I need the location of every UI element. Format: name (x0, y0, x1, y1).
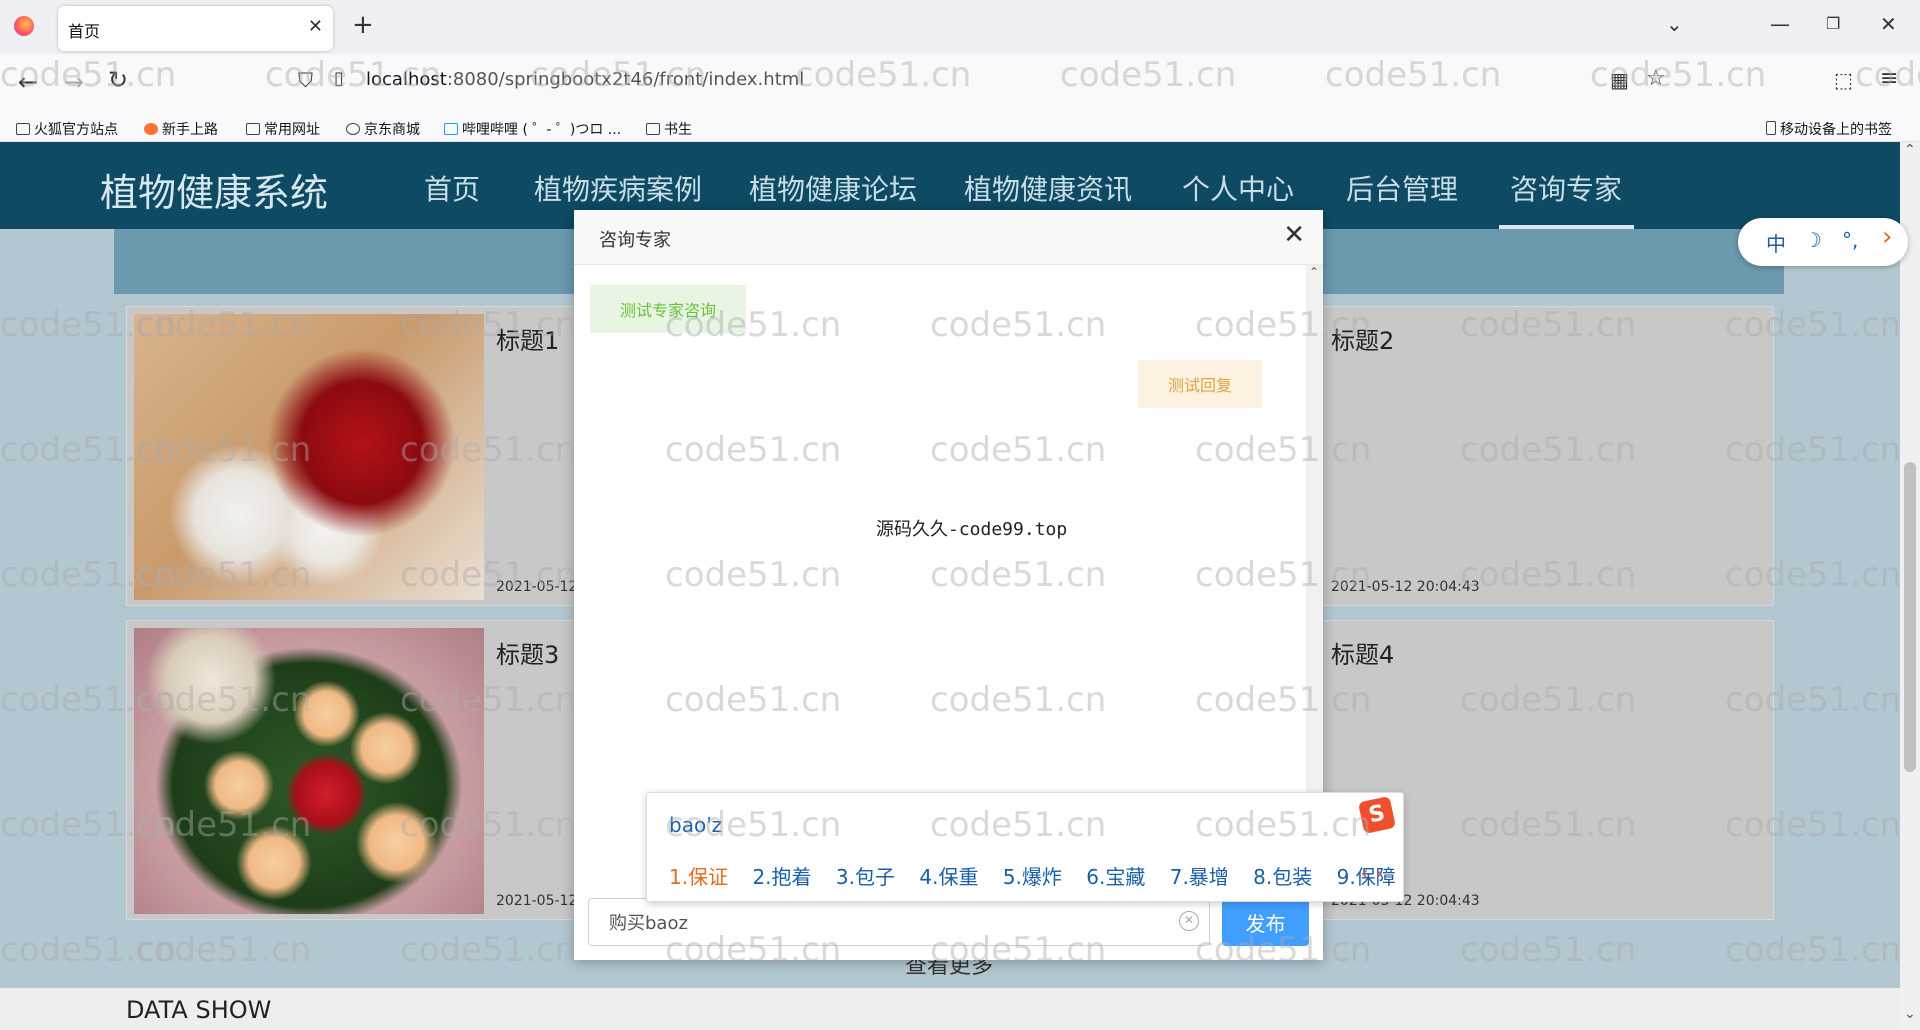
expert-reply: 测试回复 (1137, 360, 1262, 408)
ime-candidate[interactable]: 6.宝藏 (1086, 861, 1145, 890)
menu-icon[interactable]: ≡ (1880, 66, 1898, 91)
site-title: 植物健康系统 (100, 171, 329, 215)
ime-composition: bao'z (669, 813, 723, 837)
tab-title: 首页 (68, 22, 101, 41)
card-image-heart-box (134, 628, 484, 914)
card-title[interactable]: 标题2 (1331, 321, 1394, 356)
tab-list-chevron-icon[interactable]: ⌄ (1666, 12, 1683, 36)
minimize-icon[interactable]: — (1770, 12, 1790, 36)
ime-candidates: 1.保证 2.抱着 3.包子 4.保重 5.爆炸 6.宝藏 7.暴增 8.包装 … (669, 861, 1414, 890)
tab-strip: 首页 ✕ + ⌄ — ❐ ✕ (0, 0, 1920, 54)
scroll-down-icon[interactable]: ⌄ (1904, 1006, 1916, 1022)
page-scrollbar[interactable]: ⌃ ⌄ (1900, 142, 1920, 1030)
scrollbar-thumb[interactable] (1904, 462, 1916, 772)
tab-home[interactable]: 首页 ✕ (58, 6, 333, 51)
tab-close-icon[interactable]: ✕ (308, 16, 323, 37)
forward-icon[interactable]: → (64, 68, 84, 96)
ime-candidate[interactable]: 3.包子 (836, 861, 895, 890)
bookmark-item[interactable]: 火狐官方站点 (16, 119, 118, 139)
restore-icon[interactable]: ❐ (1826, 14, 1840, 33)
dialog-close-icon[interactable]: ✕ (1283, 220, 1305, 250)
publish-button[interactable]: 发布 (1222, 898, 1309, 946)
card-date: 2021-05-12 20:04:43 (1331, 579, 1480, 595)
extensions-icon[interactable]: ⬚ (1834, 68, 1853, 92)
bookmark-item[interactable]: 新手上路 (144, 119, 218, 139)
bookmarks-bar: 火狐官方站点 新手上路 常用网址 京东商城 哔哩哔哩 ( ゜- ゜)つロ ...… (0, 112, 1920, 142)
nav-disease-cases[interactable]: 植物疾病案例 (534, 168, 702, 208)
nav-personal-center[interactable]: 个人中心 (1182, 168, 1294, 208)
ime-candidate[interactable]: 2.抱着 (752, 861, 811, 890)
globe-icon (346, 123, 360, 135)
nav-consult-expert[interactable]: 咨询专家 (1510, 168, 1622, 208)
ime-page-arrows[interactable]: ‹ › (1361, 861, 1383, 885)
card-date: 2021-05-12 (496, 579, 578, 595)
ime-candidate[interactable]: 5.爆炸 (1003, 861, 1062, 890)
sogou-logo-icon: S (1358, 796, 1396, 834)
nav-forum[interactable]: 植物健康论坛 (749, 168, 917, 208)
page-icon: ▯ (334, 68, 344, 89)
data-show-section: DATA SHOW (0, 988, 1900, 1030)
ime-candidate[interactable]: 8.包装 (1253, 861, 1312, 890)
url-text[interactable]: localhost:8080/springbootx2t46/front/ind… (366, 69, 804, 90)
message-input[interactable] (589, 899, 1169, 945)
firefox-icon (144, 123, 158, 135)
reload-icon[interactable]: ↻ (108, 66, 128, 94)
ime-moon-icon[interactable]: ☽ (1804, 228, 1822, 252)
card-title[interactable]: 标题4 (1331, 635, 1394, 670)
window-close-icon[interactable]: ✕ (1880, 12, 1897, 36)
new-tab-button[interactable]: + (352, 10, 374, 40)
ime-candidate-window: bao'z S 1.保证 2.抱着 3.包子 4.保重 5.爆炸 6.宝藏 7.… (646, 792, 1404, 902)
watermark-text: 源码久久-code99.top (876, 519, 1068, 540)
nav-news[interactable]: 植物健康资讯 (964, 168, 1132, 208)
mobile-bookmarks[interactable]: 移动设备上的书签 (1766, 119, 1892, 139)
ime-candidate[interactable]: 1.保证 (669, 861, 728, 890)
bookmark-item[interactable]: 书生 (646, 119, 692, 139)
nav-bar: ← → ↻ ⛉ ▯ localhost:8080/springbootx2t46… (0, 54, 1920, 112)
folder-icon (246, 123, 260, 135)
back-icon[interactable]: ← (18, 68, 38, 96)
card-title[interactable]: 标题3 (496, 635, 559, 670)
shield-icon[interactable]: ⛉ (298, 68, 313, 92)
user-message: 测试专家咨询 (590, 285, 747, 333)
ime-expand-icon[interactable]: › (1882, 222, 1892, 252)
data-show-title: DATA SHOW (126, 996, 272, 1024)
scroll-up-icon[interactable]: ⌃ (1309, 265, 1319, 279)
clear-icon[interactable]: ✕ (1179, 911, 1199, 931)
bilibili-icon (444, 123, 458, 135)
card-date: 2021-05-12 (496, 893, 578, 909)
card-title[interactable]: 标题1 (496, 321, 559, 356)
bookmark-item[interactable]: 哔哩哔哩 ( ゜- ゜)つロ ... (444, 119, 621, 139)
message-input-wrapper: ✕ (588, 898, 1210, 946)
dialog-header: 咨询专家 ✕ (574, 210, 1323, 265)
ime-candidate[interactable]: 7.暴增 (1170, 861, 1229, 890)
card-image-bouquet (134, 314, 484, 600)
ime-status-toolbar: 中 ☽ °, › (1738, 218, 1908, 266)
bookmark-star-icon[interactable]: ☆ (1646, 66, 1666, 91)
ime-punctuation-icon[interactable]: °, (1842, 228, 1858, 252)
bookmark-item[interactable]: 京东商城 (346, 119, 420, 139)
dialog-title: 咨询专家 (599, 230, 671, 251)
bookmark-item[interactable]: 常用网址 (246, 119, 320, 139)
folder-icon (16, 123, 30, 135)
nav-admin[interactable]: 后台管理 (1346, 168, 1458, 208)
phone-icon (1766, 121, 1776, 135)
ime-chinese-mode-icon[interactable]: 中 (1766, 228, 1786, 257)
firefox-icon (14, 16, 34, 36)
qr-code-icon[interactable]: ▦ (1610, 68, 1629, 92)
folder-icon (646, 123, 660, 135)
nav-home[interactable]: 首页 (424, 168, 480, 208)
scroll-up-icon[interactable]: ⌃ (1904, 142, 1916, 158)
ime-candidate[interactable]: 4.保重 (919, 861, 978, 890)
